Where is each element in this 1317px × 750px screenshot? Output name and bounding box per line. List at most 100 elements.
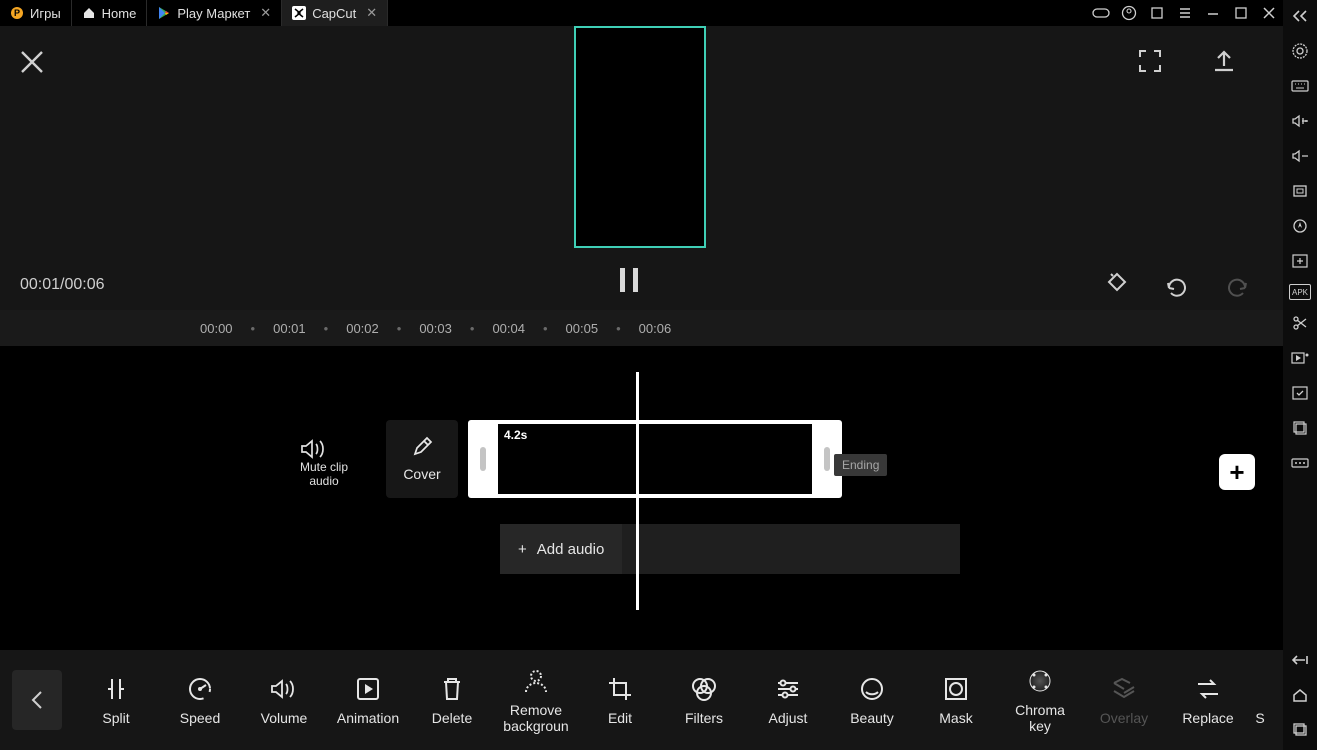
tool-replace[interactable]: Replace xyxy=(1166,675,1250,726)
add-media-button[interactable]: + xyxy=(1219,454,1255,490)
tool-label: Replace xyxy=(1182,710,1233,726)
tool-volume[interactable]: Volume xyxy=(242,675,326,726)
tool-beauty[interactable]: Beauty xyxy=(830,675,914,726)
ruler-dot: • xyxy=(397,321,402,336)
tab-label: Игры xyxy=(30,6,61,21)
emulator-titlebar: P Игры Home Play Маркет ✕ CapCut ✕ xyxy=(0,0,1283,26)
sync-icon[interactable] xyxy=(1288,381,1312,405)
fullscreen-alt-icon[interactable] xyxy=(1288,179,1312,203)
tool-chroma-key[interactable]: Chroma key xyxy=(998,667,1082,734)
timecode: 00:01/00:06 xyxy=(20,276,105,294)
adjust-icon xyxy=(775,675,801,703)
clip-thumbnail[interactable]: 4.2s xyxy=(498,424,812,494)
delete-icon xyxy=(440,675,464,703)
screenshot-add-icon[interactable] xyxy=(1288,249,1312,273)
volume-down-icon[interactable] xyxy=(1288,144,1312,168)
keyboard-icon[interactable] xyxy=(1288,74,1312,98)
player-controls: 00:01/00:06 xyxy=(0,252,1283,310)
minimize-icon[interactable] xyxy=(1199,0,1227,26)
tool-label: Overlay xyxy=(1100,710,1148,726)
tool-speed[interactable]: Speed xyxy=(158,675,242,726)
tab-home[interactable]: Home xyxy=(72,0,148,26)
tool-label: Remove backgroun xyxy=(496,702,576,734)
tool-split[interactable]: Split xyxy=(74,675,158,726)
overlay-icon xyxy=(1110,675,1138,703)
window-icon[interactable] xyxy=(1143,0,1171,26)
nav-home-icon[interactable] xyxy=(1288,683,1312,707)
menu-icon[interactable] xyxy=(1171,0,1199,26)
ruler-tick: 00:03 xyxy=(419,321,452,336)
tool-label: Edit xyxy=(608,710,632,726)
ruler-tick: 00:02 xyxy=(346,321,379,336)
nav-back-icon[interactable] xyxy=(1288,648,1312,672)
tool-adjust[interactable]: Adjust xyxy=(746,675,830,726)
nav-recents-icon[interactable] xyxy=(1288,718,1312,742)
export-button[interactable] xyxy=(1211,48,1237,74)
video-preview[interactable] xyxy=(574,26,706,248)
tab-games[interactable]: P Игры xyxy=(0,0,72,26)
play-store-icon xyxy=(157,6,171,20)
plus-icon: + xyxy=(518,541,527,558)
ruler-tick: 00:01 xyxy=(273,321,306,336)
close-icon[interactable]: ✕ xyxy=(366,5,377,21)
apk-icon[interactable]: APK xyxy=(1289,284,1311,300)
gear-icon[interactable] xyxy=(1288,39,1312,63)
tool-delete[interactable]: Delete xyxy=(410,675,494,726)
mute-label: Mute clip xyxy=(300,460,348,474)
more-icon[interactable] xyxy=(1288,451,1312,475)
home-icon xyxy=(82,6,96,20)
animation-icon xyxy=(355,675,381,703)
mute-clip-audio-button[interactable]: Mute clip audio xyxy=(300,438,348,488)
close-icon[interactable]: ✕ xyxy=(260,5,271,21)
audio-track[interactable]: + Add audio xyxy=(500,524,960,574)
tool-label: Adjust xyxy=(769,710,808,726)
gamepad-icon[interactable] xyxy=(1087,0,1115,26)
clip-left-handle[interactable] xyxy=(468,420,498,498)
record-icon[interactable] xyxy=(1288,346,1312,370)
tool-remove-background[interactable]: Remove backgroun xyxy=(494,667,578,734)
tool-more[interactable]: S xyxy=(1250,675,1270,726)
volume-up-icon[interactable] xyxy=(1288,109,1312,133)
timeline-ruler[interactable]: 00:00• 00:01• 00:02• 00:03• 00:04• 00:05… xyxy=(0,310,1283,346)
tab-capcut[interactable]: CapCut ✕ xyxy=(282,0,388,26)
tool-mask[interactable]: Mask xyxy=(914,675,998,726)
scissors-icon[interactable] xyxy=(1288,311,1312,335)
add-audio-label: Add audio xyxy=(537,541,605,558)
copy-icon[interactable] xyxy=(1288,416,1312,440)
ruler-dot: • xyxy=(324,321,329,336)
tool-label: Delete xyxy=(432,710,472,726)
speed-icon xyxy=(187,675,213,703)
fullscreen-button[interactable] xyxy=(1137,48,1163,74)
undo-button[interactable] xyxy=(1163,270,1191,298)
tool-filters[interactable]: Filters xyxy=(662,675,746,726)
add-audio-button[interactable]: + Add audio xyxy=(500,541,622,558)
pause-button[interactable] xyxy=(620,268,638,292)
mask-icon xyxy=(943,675,969,703)
location-icon[interactable] xyxy=(1288,214,1312,238)
ending-chip[interactable]: Ending xyxy=(834,454,887,476)
ruler-tick: 00:00 xyxy=(200,321,233,336)
cover-button[interactable]: Cover xyxy=(386,420,458,498)
audio-track-empty[interactable] xyxy=(622,524,960,574)
user-icon[interactable] xyxy=(1115,0,1143,26)
ruler-tick: 00:04 xyxy=(492,321,525,336)
pencil-icon xyxy=(411,436,433,458)
redo-button[interactable] xyxy=(1223,270,1251,298)
close-window-icon[interactable] xyxy=(1255,0,1283,26)
maximize-icon[interactable] xyxy=(1227,0,1255,26)
video-clip[interactable]: 4.2s xyxy=(468,420,842,498)
playhead[interactable] xyxy=(636,372,639,610)
keyframe-button[interactable] xyxy=(1103,270,1131,298)
collapse-icon[interactable] xyxy=(1288,4,1312,28)
tool-label: Split xyxy=(102,710,129,726)
tool-edit[interactable]: Edit xyxy=(578,675,662,726)
tool-overlay: Overlay xyxy=(1082,675,1166,726)
ruler-tick: 00:06 xyxy=(639,321,672,336)
beauty-icon xyxy=(859,675,885,703)
clip-duration: 4.2s xyxy=(504,428,527,442)
close-editor-button[interactable] xyxy=(18,48,46,76)
back-button[interactable] xyxy=(12,670,62,730)
tool-animation[interactable]: Animation xyxy=(326,675,410,726)
tool-label: Volume xyxy=(261,710,308,726)
tab-play-market[interactable]: Play Маркет ✕ xyxy=(147,0,282,26)
